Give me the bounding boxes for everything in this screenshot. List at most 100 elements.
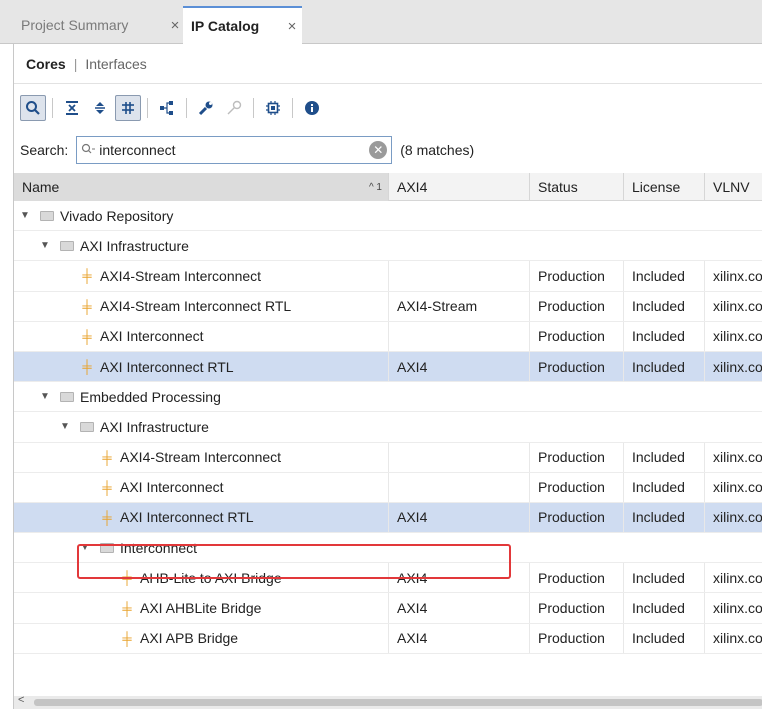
table-row-selected[interactable]: ╪ AXI Interconnect RTL AXI4 Production In… <box>14 502 762 534</box>
core-name: AXI Interconnect <box>100 328 204 345</box>
table-row[interactable]: ╪ AXI AHBLite Bridge AXI4 Production Incl… <box>14 593 762 624</box>
match-count: (8 matches) <box>400 142 475 158</box>
ip-tree-table: Name ^ 1 AXI4 Status License VLNV ▼ Viva… <box>14 173 762 654</box>
ip-core-icon: ╪ <box>82 298 92 314</box>
chip-icon[interactable] <box>260 95 286 121</box>
horizontal-scrollbar[interactable]: < <box>14 694 762 709</box>
chevron-down-icon[interactable]: ▼ <box>40 391 54 402</box>
license-cell: Included <box>624 502 705 533</box>
tree-row-group[interactable]: ▼ Embedded Processing <box>14 382 762 413</box>
filter-toggle-icon[interactable] <box>115 95 141 121</box>
table-row-selected[interactable]: ╪ AXI Interconnect RTL AXI4 Production In… <box>14 351 762 383</box>
table-row[interactable]: ╪ AXI Interconnect Production Included xi… <box>14 472 762 503</box>
collapse-all-icon[interactable] <box>59 95 85 121</box>
settings-wrench-icon[interactable] <box>193 95 219 121</box>
license-cell: Included <box>624 472 705 502</box>
subtab-cores[interactable]: Cores <box>26 56 66 72</box>
tree-row-group[interactable]: ▼ AXI Infrastructure <box>14 412 762 443</box>
scrollbar-thumb[interactable] <box>34 699 762 706</box>
key-icon <box>221 95 247 121</box>
clear-search-icon[interactable]: ✕ <box>369 141 388 159</box>
folder-icon <box>100 542 114 553</box>
table-row[interactable]: ╪ AXI Interconnect Production Included xi… <box>14 321 762 352</box>
close-icon[interactable]: × <box>282 18 302 35</box>
ip-core-icon: ╪ <box>102 479 112 495</box>
status-cell: Production <box>530 351 624 382</box>
tree-row-label: Vivado Repository <box>60 207 174 224</box>
scroll-left-icon[interactable]: < <box>18 694 24 706</box>
axi4-cell: AXI4 <box>389 502 530 533</box>
tree-row-label: Interconnect <box>120 539 198 556</box>
tab-ip-catalog[interactable]: IP Catalog × <box>183 6 302 44</box>
chevron-down-icon[interactable]: ▼ <box>40 240 54 251</box>
search-row: Search: ✕ (8 matches) <box>14 134 762 166</box>
info-icon[interactable] <box>299 95 325 121</box>
tab-project-summary[interactable]: Project Summary × <box>13 6 185 44</box>
chevron-down-icon[interactable]: ▼ <box>80 542 94 553</box>
search-mode-icon[interactable] <box>81 143 96 158</box>
tree-row-group[interactable]: ▼ Vivado Repository <box>14 201 762 232</box>
table-row[interactable]: ╪ AHB-Lite to AXI Bridge AXI4 Production … <box>14 563 762 594</box>
core-name: AXI Interconnect <box>120 479 224 496</box>
search-input[interactable] <box>99 142 370 158</box>
license-cell: Included <box>624 321 705 351</box>
core-name: AXI AHBLite Bridge <box>140 600 262 617</box>
table-row[interactable]: ╪ AXI4-Stream Interconnect Production Inc… <box>14 442 762 473</box>
folder-icon <box>80 421 94 432</box>
table-row[interactable]: ╪ AXI4-Stream Interconnect Production Inc… <box>14 261 762 292</box>
subtab-separator: | <box>73 55 78 72</box>
toolbar-divider <box>147 98 148 118</box>
vlnv-cell: xilinx.co <box>713 358 762 375</box>
column-header-status[interactable]: Status <box>530 173 624 201</box>
core-name: AHB-Lite to AXI Bridge <box>140 569 282 586</box>
expand-all-icon[interactable] <box>87 95 113 121</box>
tree-row-group[interactable]: ▼ Interconnect <box>14 533 762 564</box>
axi4-cell <box>389 261 530 291</box>
column-header-name[interactable]: Name ^ 1 <box>14 173 389 201</box>
column-header-vlnv[interactable]: VLNV <box>705 173 762 201</box>
tab-label: Project Summary <box>21 17 129 33</box>
hierarchy-icon[interactable] <box>154 95 180 121</box>
core-name: AXI4-Stream Interconnect RTL <box>100 298 292 315</box>
license-cell: Included <box>624 351 705 382</box>
license-cell: Included <box>624 623 705 653</box>
license-cell: Included <box>624 261 705 291</box>
toolbar-divider <box>253 98 254 118</box>
vlnv-cell: xilinx.co <box>713 630 762 647</box>
catalog-toolbar <box>14 91 762 125</box>
core-name: AXI APB Bridge <box>140 630 239 647</box>
close-icon[interactable]: × <box>165 17 185 34</box>
subtab-interfaces[interactable]: Interfaces <box>85 56 146 72</box>
search-icon[interactable] <box>20 95 46 121</box>
status-cell: Production <box>530 563 624 593</box>
core-name: AXI Interconnect RTL <box>100 358 234 375</box>
status-cell: Production <box>530 472 624 502</box>
tree-row-label: AXI Infrastructure <box>100 418 209 435</box>
ip-core-icon: ╪ <box>102 449 112 465</box>
folder-icon <box>60 391 74 402</box>
axi4-cell: AXI4-Stream <box>389 291 530 321</box>
vlnv-cell: xilinx.co <box>713 479 762 496</box>
table-row[interactable]: ╪ AXI4-Stream Interconnect RTL AXI4-Strea… <box>14 291 762 322</box>
table-row[interactable]: ╪ AXI APB Bridge AXI4 Production Included… <box>14 623 762 654</box>
tree-row-label: Embedded Processing <box>80 388 221 405</box>
column-header-axi4[interactable]: AXI4 <box>389 173 530 201</box>
column-label: Status <box>538 179 578 195</box>
tab-label: IP Catalog <box>191 18 260 34</box>
chevron-down-icon[interactable]: ▼ <box>60 421 74 432</box>
status-cell: Production <box>530 502 624 533</box>
tree-row-group[interactable]: ▼ AXI Infrastructure <box>14 231 762 262</box>
axi4-cell: AXI4 <box>389 623 530 653</box>
axi4-cell: AXI4 <box>389 563 530 593</box>
chevron-down-icon[interactable]: ▼ <box>20 210 34 221</box>
ip-core-icon: ╪ <box>82 359 92 375</box>
license-cell: Included <box>624 442 705 472</box>
license-cell: Included <box>624 593 705 623</box>
core-name: AXI Interconnect RTL <box>120 509 254 526</box>
status-cell: Production <box>530 261 624 291</box>
search-label: Search: <box>20 142 69 158</box>
tree-row-label: AXI Infrastructure <box>80 237 189 254</box>
sort-ascending-icon: ^ 1 <box>368 181 382 193</box>
table-header: Name ^ 1 AXI4 Status License VLNV <box>14 173 762 201</box>
column-header-license[interactable]: License <box>624 173 705 201</box>
